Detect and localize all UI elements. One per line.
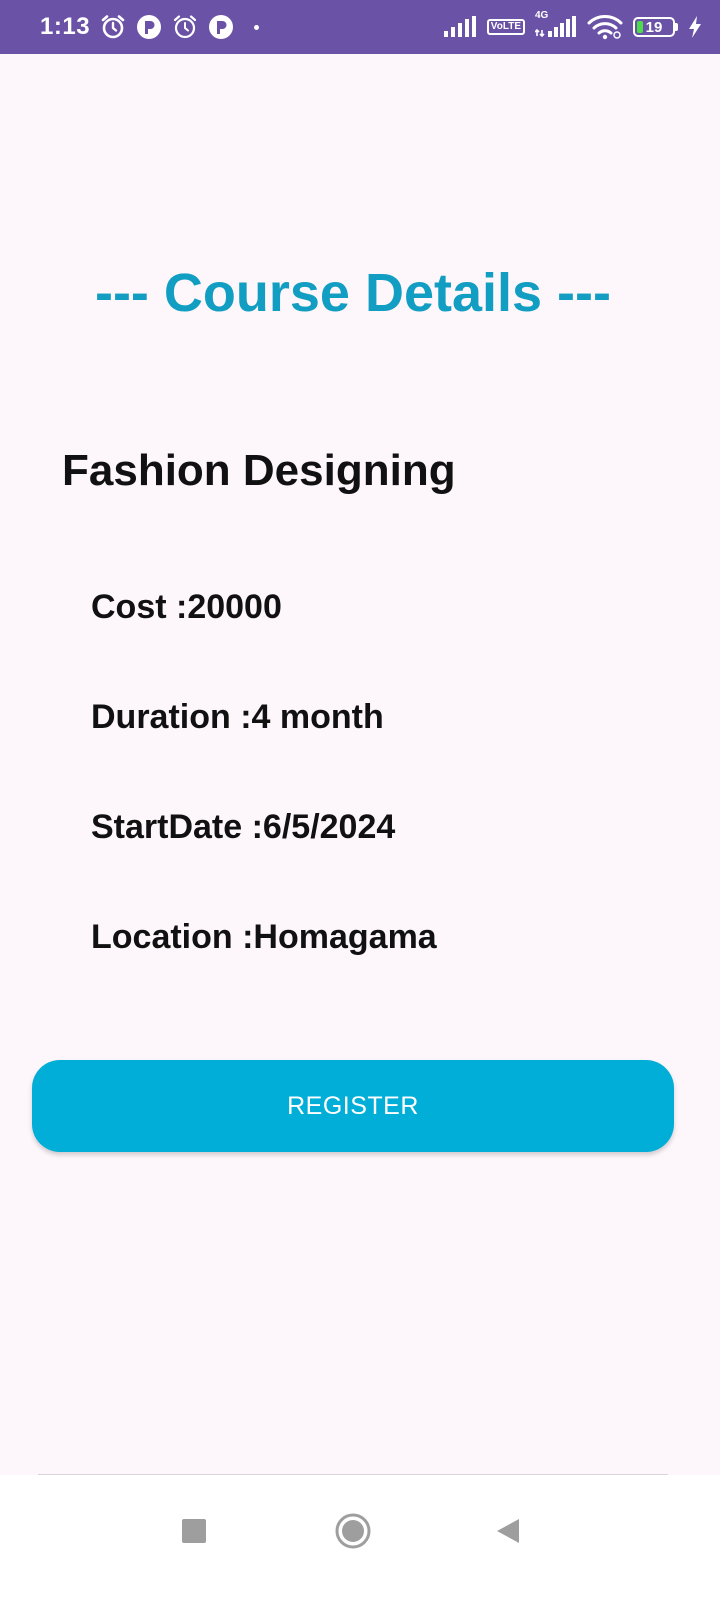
course-location: Location :Homagama — [91, 918, 437, 956]
course-cost: Cost :20000 — [91, 588, 282, 626]
course-name: Fashion Designing — [62, 446, 456, 495]
alarm-icon — [172, 14, 198, 40]
status-bar: 1:13 Vo LTE 4G 19 — [0, 0, 720, 54]
course-duration: Duration :4 month — [91, 698, 384, 736]
navigation-bar — [0, 1475, 720, 1600]
status-right: Vo LTE 4G 19 — [443, 10, 702, 40]
back-button[interactable] — [478, 1501, 538, 1561]
volte-top: Vo — [490, 21, 503, 32]
home-icon — [335, 1513, 371, 1549]
alarm-icon — [100, 14, 126, 40]
status-time: 1:13 — [40, 13, 91, 40]
battery-tip — [675, 23, 678, 31]
battery-body: 19 — [633, 17, 675, 37]
course-start-date: StartDate :6/5/2024 — [91, 808, 396, 846]
more-notifications-dot — [254, 24, 260, 30]
home-button[interactable] — [323, 1501, 383, 1561]
network-type-label: 4G — [535, 10, 549, 21]
back-icon — [497, 1519, 519, 1543]
volte-bottom: LTE — [502, 21, 521, 32]
signal-icon — [443, 16, 477, 38]
register-button[interactable]: REGISTER — [32, 1060, 674, 1152]
signal-icon: 4G — [535, 10, 577, 38]
battery-fill — [637, 21, 643, 33]
battery-level: 19 — [645, 18, 663, 36]
battery-icon: 19 — [633, 17, 678, 37]
charging-icon — [688, 16, 702, 38]
wifi-icon — [587, 14, 623, 40]
recents-icon — [182, 1519, 206, 1543]
page-title: --- Course Details --- — [94, 263, 612, 323]
recents-button[interactable] — [164, 1501, 224, 1561]
screen: 1:13 Vo LTE 4G 19 --- Course Details ---… — [0, 0, 720, 1600]
status-left: 1:13 — [40, 13, 260, 41]
notification-icon — [208, 14, 234, 40]
volte-icon: Vo LTE — [486, 19, 525, 35]
notification-icon — [136, 14, 162, 40]
